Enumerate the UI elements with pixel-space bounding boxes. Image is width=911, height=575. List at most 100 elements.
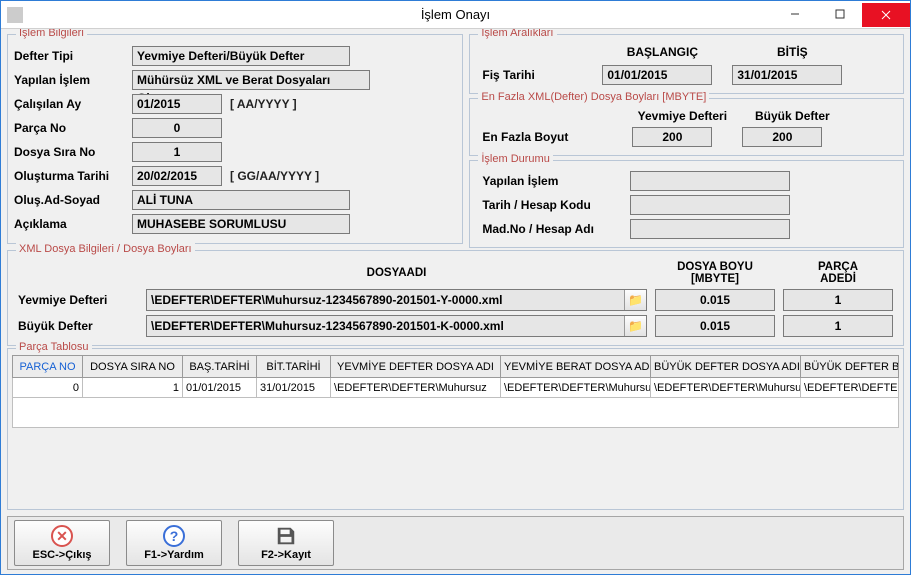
- islem-bilgileri-group: İşlem Bilgileri Defter Tipi Yevmiye Deft…: [7, 34, 463, 244]
- xml-buyuk-boyut: 0.015: [655, 315, 775, 337]
- xml-buyuk-label: Büyük Defter: [18, 319, 138, 333]
- app-window: İşlem Onayı İşlem Bilgileri Defter Tipi …: [0, 0, 911, 575]
- calisilan-ay-hint: [ AA/YYYY ]: [230, 97, 297, 111]
- cell-buyuk-dosya[interactable]: \EDEFTER\DEFTER\Muhursuz: [651, 378, 801, 398]
- xml-dosya-group: XML Dosya Bilgileri / Dosya Boyları DOSY…: [7, 250, 904, 346]
- xml-dosya-legend: XML Dosya Bilgileri / Dosya Boyları: [16, 243, 195, 255]
- exit-button-label: ESC->Çıkış: [33, 549, 92, 561]
- app-icon: [7, 7, 23, 23]
- help-button[interactable]: ? F1->Yardım: [126, 520, 222, 566]
- durum-yapilan-islem-label: Yapılan İşlem: [482, 174, 622, 188]
- aciklama-label: Açıklama: [14, 217, 132, 231]
- defter-tipi-label: Defter Tipi: [14, 49, 132, 63]
- col-parca-no[interactable]: PARÇA NO: [13, 356, 83, 378]
- xml-yevmiye-boyut: 0.015: [655, 289, 775, 311]
- defter-tipi-value: Yevmiye Defteri/Büyük Defter: [132, 46, 350, 66]
- col-buyuk-berat[interactable]: BÜYÜK DEFTER BERAT DOSYA ADI: [801, 356, 899, 378]
- xml-yevmiye-path-box: \EDEFTER\DEFTER\Muhursuz-1234567890-2015…: [146, 289, 647, 311]
- cell-bas-tarihi[interactable]: 01/01/2015: [183, 378, 257, 398]
- olusturma-tarihi-value: 20/02/2015: [132, 166, 222, 186]
- dosya-sira-no-value: 1: [132, 142, 222, 162]
- xml-buyuk-path-box: \EDEFTER\DEFTER\Muhursuz-1234567890-2015…: [146, 315, 647, 337]
- col-bas-tarihi[interactable]: BAŞ.TARİHİ: [183, 356, 257, 378]
- help-icon: ?: [163, 525, 185, 547]
- save-icon: [275, 525, 297, 547]
- parca-tablosu-grid[interactable]: PARÇA NO DOSYA SIRA NO BAŞ.TARİHİ BİT.TA…: [12, 355, 899, 398]
- durum-madno-hesap-adi-label: Mad.No / Hesap Adı: [482, 222, 622, 236]
- xml-buyuk-parca: 1: [783, 315, 893, 337]
- help-button-label: F1->Yardım: [144, 549, 204, 561]
- en-fazla-buyuk-header: Büyük Defter: [742, 109, 842, 123]
- islem-bilgileri-legend: İşlem Bilgileri: [16, 29, 87, 39]
- folder-icon: 📁: [628, 319, 643, 333]
- en-fazla-yevmiye-value[interactable]: 200: [632, 127, 712, 147]
- cell-yevmiye-berat[interactable]: \EDEFTER\DEFTER\Muhursuz: [501, 378, 651, 398]
- xml-buyuk-path: \EDEFTER\DEFTER\Muhursuz-1234567890-2015…: [147, 319, 624, 333]
- col-yevmiye-berat[interactable]: YEVMİYE BERAT DOSYA ADI: [501, 356, 651, 378]
- parca-tablosu-group: Parça Tablosu PARÇA NO DOSYA SIRA NO BAŞ…: [7, 348, 904, 510]
- fis-tarihi-label: Fiş Tarihi: [482, 68, 592, 82]
- islem-durumu-legend: İşlem Durumu: [478, 153, 552, 165]
- parca-no-value: 0: [132, 118, 222, 138]
- calisilan-ay-value: 01/2015: [132, 94, 222, 114]
- close-button[interactable]: [862, 3, 910, 27]
- xml-yevmiye-path: \EDEFTER\DEFTER\Muhursuz-1234567890-2015…: [147, 293, 624, 307]
- exit-button[interactable]: ✕ ESC->Çıkış: [14, 520, 110, 566]
- window-buttons: [772, 3, 910, 27]
- browse-yevmiye-button[interactable]: 📁: [624, 290, 646, 310]
- maximize-button[interactable]: [817, 3, 862, 25]
- grid-empty-area: [12, 398, 899, 428]
- titlebar: İşlem Onayı: [1, 1, 910, 29]
- xml-yevmiye-label: Yevmiye Defteri: [18, 293, 138, 307]
- cell-buyuk-berat[interactable]: \EDEFTER\DEFTER\Muhursuz: [801, 378, 899, 398]
- durum-tarih-hesap-kodu-value: [630, 195, 790, 215]
- olus-ad-soyad-label: Oluş.Ad-Soyad: [14, 193, 132, 207]
- parca-no-label: Parça No: [14, 121, 132, 135]
- baslangic-header: BAŞLANGIÇ: [602, 45, 722, 59]
- xml-dosya-adi-header: DOSYAADI: [146, 267, 647, 279]
- aciklama-value: MUHASEBE SORUMLUSU: [132, 214, 350, 234]
- col-buyuk-dosya[interactable]: BÜYÜK DEFTER DOSYA ADI: [651, 356, 801, 378]
- bottom-toolbar: ✕ ESC->Çıkış ? F1->Yardım F2->Kayıt: [7, 516, 904, 570]
- save-button[interactable]: F2->Kayıt: [238, 520, 334, 566]
- table-row[interactable]: 0 1 01/01/2015 31/01/2015 \EDEFTER\DEFTE…: [13, 378, 899, 398]
- olusturma-tarihi-hint: [ GG/AA/YYYY ]: [230, 169, 319, 183]
- calisilan-ay-label: Çalışılan Ay: [14, 97, 132, 111]
- durum-tarih-hesap-kodu-label: Tarih / Hesap Kodu: [482, 198, 622, 212]
- exit-icon: ✕: [51, 525, 73, 547]
- cell-yevmiye-dosya[interactable]: \EDEFTER\DEFTER\Muhursuz: [331, 378, 501, 398]
- cell-bit-tarihi[interactable]: 31/01/2015: [257, 378, 331, 398]
- table-header-row: PARÇA NO DOSYA SIRA NO BAŞ.TARİHİ BİT.TA…: [13, 356, 899, 378]
- folder-icon: 📁: [628, 293, 643, 307]
- fis-tarihi-bitis[interactable]: 31/01/2015: [732, 65, 842, 85]
- en-fazla-label: En Fazla Boyut: [482, 130, 622, 144]
- dosya-sira-no-label: Dosya Sıra No: [14, 145, 132, 159]
- durum-yapilan-islem-value: [630, 171, 790, 191]
- xml-dosya-boyu-header: DOSYA BOYU [MBYTE]: [655, 261, 775, 285]
- col-bit-tarihi[interactable]: BİT.TARİHİ: [257, 356, 331, 378]
- en-fazla-group: En Fazla XML(Defter) Dosya Boyları [MBYT…: [469, 98, 904, 156]
- en-fazla-yevmiye-header: Yevmiye Defteri: [632, 109, 732, 123]
- bitis-header: BİTİŞ: [732, 45, 852, 59]
- olus-ad-soyad-value: ALİ TUNA: [132, 190, 350, 210]
- en-fazla-buyuk-value[interactable]: 200: [742, 127, 822, 147]
- xml-parca-adedi-header: PARÇA ADEDİ: [783, 261, 893, 285]
- fis-tarihi-baslangic[interactable]: 01/01/2015: [602, 65, 712, 85]
- en-fazla-legend: En Fazla XML(Defter) Dosya Boyları [MBYT…: [478, 91, 709, 103]
- yapilan-islem-label: Yapılan İşlem: [14, 73, 132, 87]
- parca-tablosu-legend: Parça Tablosu: [16, 341, 92, 353]
- xml-yevmiye-parca: 1: [783, 289, 893, 311]
- cell-dosya-sira-no[interactable]: 1: [83, 378, 183, 398]
- browse-buyuk-button[interactable]: 📁: [624, 316, 646, 336]
- yapilan-islem-value: Mühürsüz XML ve Berat Dosyaları Oluştur: [132, 70, 370, 90]
- islem-araliklari-group: İşlem Aralıkları BAŞLANGIÇ BİTİŞ Fiş Tar…: [469, 34, 904, 94]
- cell-parca-no[interactable]: 0: [13, 378, 83, 398]
- col-yevmiye-dosya[interactable]: YEVMİYE DEFTER DOSYA ADI: [331, 356, 501, 378]
- olusturma-tarihi-label: Oluşturma Tarihi: [14, 169, 132, 183]
- durum-madno-hesap-adi-value: [630, 219, 790, 239]
- save-button-label: F2->Kayıt: [261, 549, 311, 561]
- islem-araliklari-legend: İşlem Aralıkları: [478, 29, 556, 39]
- islem-durumu-group: İşlem Durumu Yapılan İşlem Tarih / Hesap…: [469, 160, 904, 248]
- minimize-button[interactable]: [772, 3, 817, 25]
- col-dosya-sira-no[interactable]: DOSYA SIRA NO: [83, 356, 183, 378]
